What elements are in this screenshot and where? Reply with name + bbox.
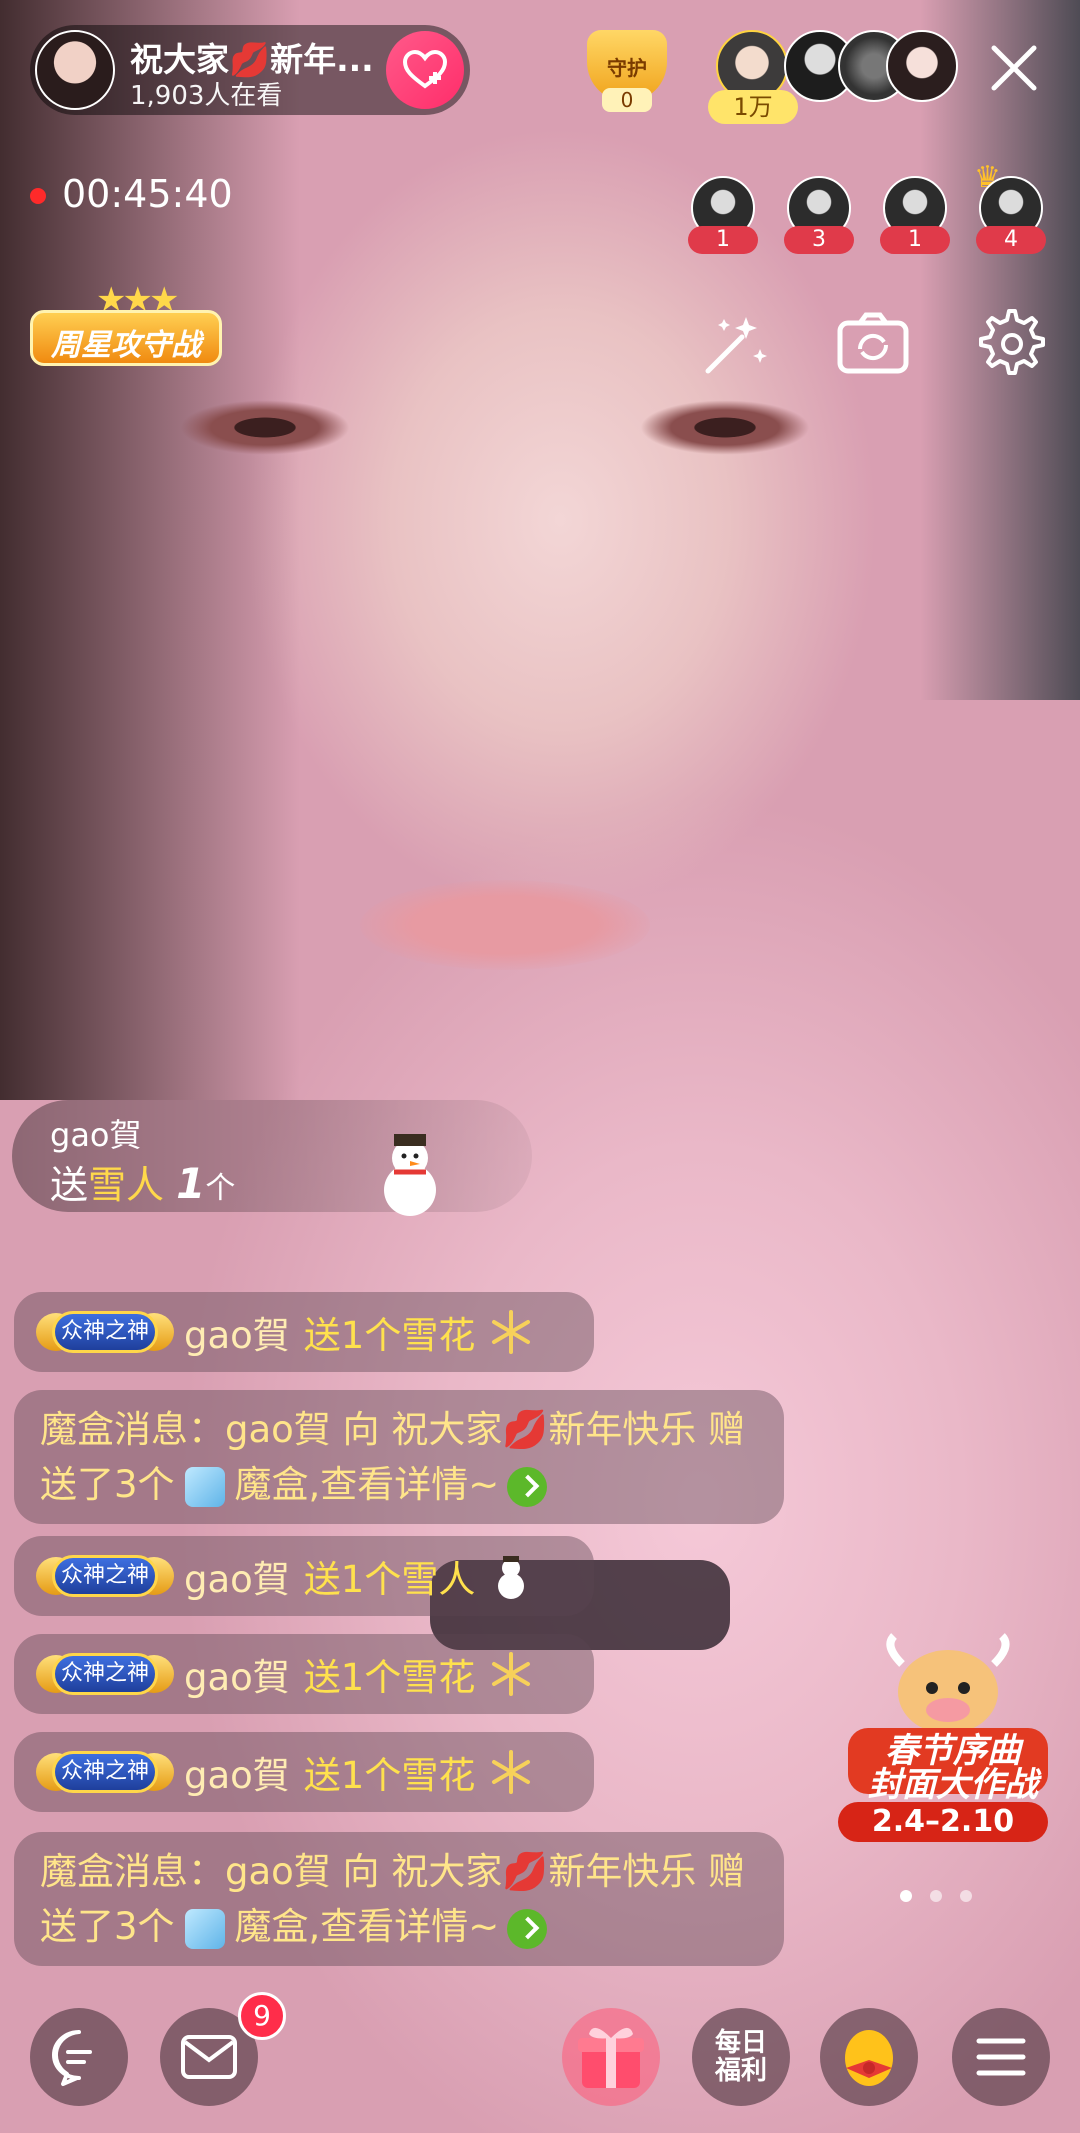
magic-box-message: 魔盒消息：gao賀 向 祝大家💋新年快乐 赠送了3个 魔盒,查看详情~: [14, 1832, 784, 1966]
chevron-right-icon[interactable]: [507, 1908, 548, 1949]
background-eye-right: [640, 400, 810, 455]
festival-title: 春节序曲 封面大作战: [858, 1734, 1048, 1802]
settings-gear-icon[interactable]: [970, 305, 1048, 383]
daily-benefits-button[interactable]: 每日 福利: [692, 2008, 790, 2106]
weekly-star-battle-badge[interactable]: ★★★ 周星攻守战: [30, 280, 222, 372]
flip-camera-icon[interactable]: [834, 305, 912, 383]
festival-title-line1: 春节序曲: [885, 1731, 1021, 1771]
chat-user[interactable]: gao賀: [184, 1647, 290, 1701]
beauty-wand-icon[interactable]: [696, 305, 774, 383]
golden-egg-icon: [845, 2030, 893, 2086]
medal-badge: 众神之神: [36, 1647, 174, 1701]
comment-button[interactable]: [30, 2008, 128, 2106]
chat-message[interactable]: 众神之神 gao賀 送1个雪花: [14, 1292, 594, 1372]
viewer-avatar[interactable]: [886, 30, 958, 102]
daily-label-1: 每日: [714, 2028, 767, 2058]
chat-message[interactable]: 众神之神 gao賀 送1个雪人: [14, 1536, 594, 1616]
chat-user[interactable]: gao賀: [184, 1305, 290, 1359]
gift-unit: 个: [205, 1171, 236, 1206]
weekly-badge-label: 周星攻守战: [51, 328, 201, 363]
chevron-right-icon[interactable]: [507, 1466, 548, 1507]
fan-count: 4: [976, 226, 1046, 254]
fan-rank-4[interactable]: 4: [976, 176, 1046, 258]
fan-count: 1: [688, 226, 758, 254]
close-icon[interactable]: [986, 40, 1042, 96]
medal-label: 众神之神: [52, 1555, 158, 1597]
daily-benefits-label: 每日 福利: [706, 2029, 776, 2085]
background-eye-left: [180, 400, 350, 455]
festival-title-line2: 封面大作战: [868, 1765, 1038, 1805]
gift-verb: 送: [50, 1163, 89, 1207]
fan-count: 3: [784, 226, 854, 254]
daily-label-2: 福利: [714, 2056, 767, 2086]
guard-count: 0: [602, 88, 652, 112]
magic-box-tail: 魔盒,查看详情~: [234, 1905, 500, 1948]
chat-bubble-icon: [52, 2030, 92, 2086]
chat-message[interactable]: 魔盒消息：gao賀 向 祝大家💋新年快乐 赠送了3个 魔盒,查看详情~: [14, 1390, 784, 1524]
follow-button[interactable]: [386, 31, 464, 109]
magic-box-icon: [184, 1908, 225, 1949]
snowman-icon: [384, 1134, 436, 1216]
egg-lottery-button[interactable]: [820, 2008, 918, 2106]
guard-badge[interactable]: 守护 0: [582, 30, 672, 112]
chat-action: 送1个雪花: [303, 1656, 476, 1699]
carousel-dot[interactable]: [960, 1890, 972, 1902]
heart-plus-icon: [402, 49, 448, 89]
festival-event-banner[interactable]: 春节序曲 封面大作战 2.4–2.10: [828, 1630, 1068, 1842]
snowman-icon: [498, 1556, 525, 1599]
chat-user[interactable]: gao賀: [184, 1549, 290, 1603]
background-hair: [0, 0, 300, 1100]
festival-dates: 2.4–2.10: [838, 1802, 1048, 1842]
fan-rank-1[interactable]: 1: [688, 176, 758, 258]
gift-line: 送雪人 1个: [50, 1154, 235, 1209]
chat-action: 送1个雪人: [303, 1558, 476, 1601]
gift-notification: gao賀 送雪人 1个: [12, 1100, 532, 1212]
chat-action: 送1个雪花: [303, 1314, 476, 1357]
gift-sender: gao賀: [50, 1116, 142, 1154]
recording-dot: [30, 188, 46, 204]
magic-box-tail: 魔盒,查看详情~: [234, 1463, 500, 1506]
medal-label: 众神之神: [52, 1751, 158, 1793]
host-name: 祝大家💋新年...: [130, 40, 374, 79]
chat-user[interactable]: gao賀: [184, 1745, 290, 1799]
carousel-dot[interactable]: [930, 1890, 942, 1902]
magic-box-message: 魔盒消息：gao賀 向 祝大家💋新年快乐 赠送了3个 魔盒,查看详情~: [14, 1390, 784, 1524]
chat-message[interactable]: 众神之神 gao賀 送1个雪花: [14, 1634, 594, 1714]
gift-button[interactable]: [562, 2008, 660, 2106]
medal-label: 众神之神: [52, 1653, 158, 1695]
snowflake-icon: [492, 1652, 531, 1696]
fan-rank-3[interactable]: 1: [880, 176, 950, 258]
menu-icon: [976, 2038, 1026, 2076]
host-info-pill[interactable]: 祝大家💋新年... 1,903人在看: [30, 25, 470, 115]
carousel-dot-active[interactable]: [900, 1890, 912, 1902]
guard-label: 守护: [607, 56, 647, 80]
chat-message[interactable]: 魔盒消息：gao賀 向 祝大家💋新年快乐 赠送了3个 魔盒,查看详情~: [14, 1832, 784, 1966]
snowflake-icon: [492, 1750, 531, 1794]
chat-action: 送1个雪花: [303, 1754, 476, 1797]
gift-box-icon: [578, 2027, 644, 2088]
carousel-dots[interactable]: [900, 1890, 980, 1904]
chat-message[interactable]: 众神之神 gao賀 送1个雪花: [14, 1732, 594, 1812]
unread-badge: 9: [238, 1992, 286, 2040]
gift-count: 1: [176, 1159, 206, 1208]
medal-badge: 众神之神: [36, 1305, 174, 1359]
viewer-count: 1,903人在看: [130, 81, 283, 111]
medal-label: 众神之神: [52, 1311, 158, 1353]
fan-count: 1: [880, 226, 950, 254]
fan-rank-2[interactable]: 3: [784, 176, 854, 258]
gift-name: 雪人: [88, 1163, 165, 1207]
envelope-icon: [181, 2035, 237, 2079]
medal-badge: 众神之神: [36, 1745, 174, 1799]
medal-badge: 众神之神: [36, 1549, 174, 1603]
snowflake-icon: [492, 1310, 531, 1354]
background-lips: [360, 880, 650, 970]
host-avatar[interactable]: [35, 30, 115, 110]
contribution-rank-tag[interactable]: 1万: [708, 90, 798, 124]
magic-box-icon: [184, 1466, 225, 1507]
live-timer: 00:45:40: [62, 172, 233, 216]
more-menu-button[interactable]: [952, 2008, 1050, 2106]
